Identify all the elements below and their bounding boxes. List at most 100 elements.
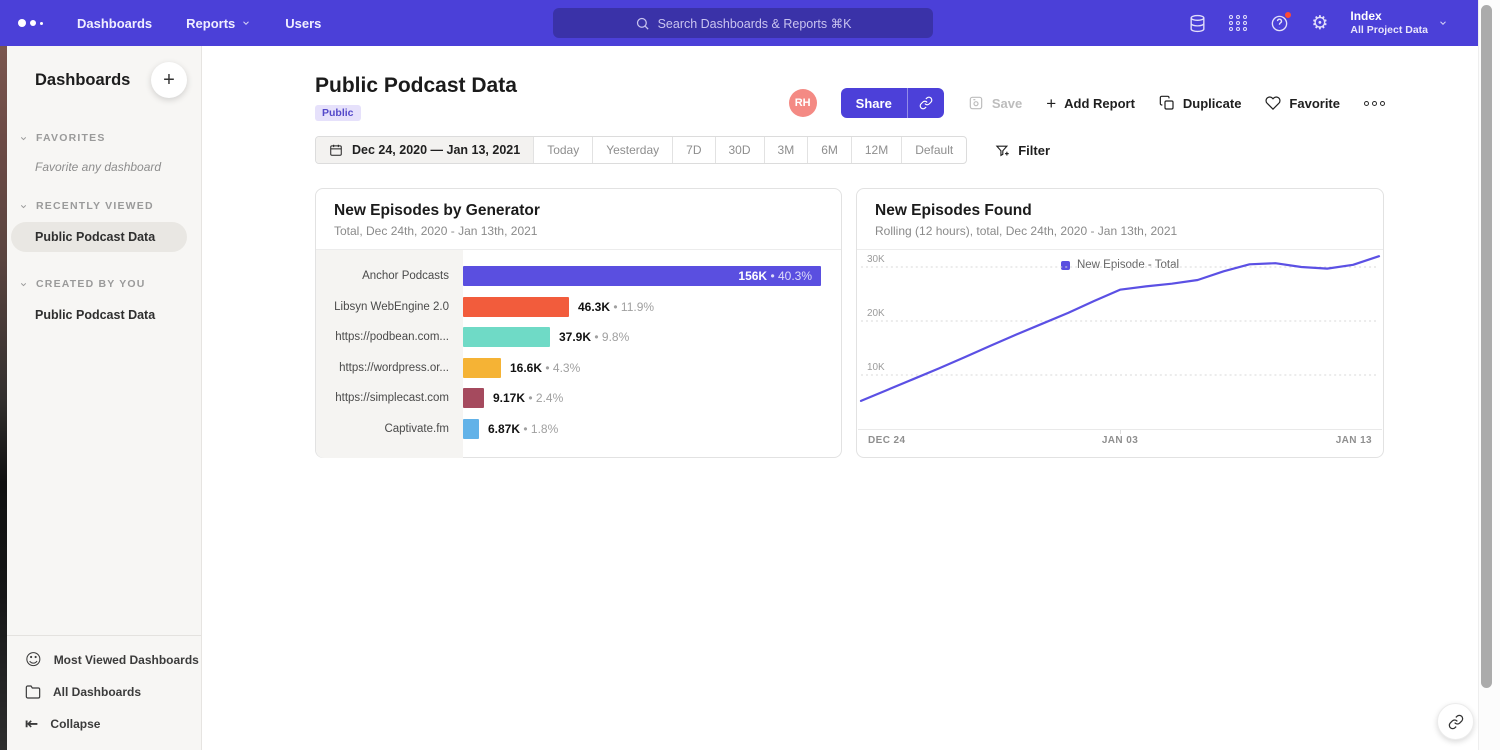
settings-gear-icon[interactable]: ⚙ (1311, 14, 1328, 33)
legend-label: New Episode - Total (1077, 259, 1179, 271)
apps-grid-icon[interactable] (1229, 15, 1248, 31)
bar[interactable] (463, 297, 569, 317)
nav-item-users[interactable]: Users (285, 16, 321, 31)
share-button[interactable]: Share (841, 88, 907, 118)
bar-row: https://simplecast.com 9.17K • 2.4% (316, 383, 841, 414)
sidebar-footer-all-dashboards[interactable]: All Dashboards (7, 676, 201, 708)
add-report-button[interactable]: + Add Report (1046, 95, 1135, 112)
duplicate-button[interactable]: Duplicate (1159, 95, 1242, 111)
project-name: Index (1350, 9, 1428, 24)
card-new-episodes-found: New Episodes Found Rolling (12 hours), t… (856, 188, 1384, 458)
date-preset-12m[interactable]: 12M (852, 137, 902, 163)
bar[interactable] (463, 327, 550, 347)
bar-category-label: Captivate.fm (316, 423, 463, 435)
collapse-icon: ⇤ (25, 716, 38, 732)
bar-category-label: Libsyn WebEngine 2.0 (316, 301, 463, 313)
bar-value-label: 9.17K • 2.4% (493, 391, 563, 405)
search-input[interactable]: Search Dashboards & Reports ⌘K (553, 8, 933, 38)
sidebar-section-header[interactable]: FAVORITES (7, 132, 201, 144)
bar-category-label: Anchor Podcasts (316, 270, 463, 282)
share-link-button[interactable] (907, 88, 944, 118)
nav-item-dashboards[interactable]: Dashboards (77, 16, 152, 31)
date-preset-default[interactable]: Default (902, 137, 966, 163)
smiley-icon: ☺ (25, 652, 42, 668)
sidebar-item-dashboard[interactable]: Public Podcast Data (11, 300, 187, 330)
sidebar-section: RECENTLY VIEWED Public Podcast Data (7, 200, 201, 252)
plus-icon: + (1046, 95, 1056, 112)
line-chart-svg: 10K20K30K (861, 277, 1379, 429)
bar[interactable] (463, 419, 479, 439)
card-title: New Episodes by Generator (334, 202, 823, 220)
avatar[interactable]: RH (789, 89, 817, 117)
save-button[interactable]: Save (968, 95, 1022, 111)
bar-chart: Anchor Podcasts156K • 40.3%Libsyn WebEng… (316, 261, 841, 444)
link-icon (1448, 714, 1464, 730)
line-chart: 10K20K30K (861, 277, 1379, 429)
nav-item-reports[interactable]: Reports (186, 16, 251, 31)
bar-row: Anchor Podcasts156K • 40.3% (316, 261, 841, 292)
nav-menu: Dashboards Reports Users (77, 16, 321, 31)
date-controls: Dec 24, 2020 — Jan 13, 2021 TodayYesterd… (315, 136, 1050, 164)
sidebar-section: FAVORITESFavorite any dashboard (7, 132, 201, 174)
legend-swatch-icon (1061, 261, 1070, 270)
date-preset-7d[interactable]: 7D (673, 137, 715, 163)
sidebar-footer: ☺Most Viewed DashboardsAll Dashboards⇤Co… (7, 635, 201, 750)
sidebar-sections: FAVORITESFavorite any dashboard RECENTLY … (7, 132, 201, 330)
bar[interactable] (463, 388, 484, 408)
navbar-right: ⚙ Index All Project Data (1188, 0, 1448, 46)
line-series (861, 256, 1379, 401)
data-management-icon[interactable] (1188, 14, 1207, 33)
help-icon[interactable] (1270, 14, 1289, 33)
card-title: New Episodes Found (875, 202, 1365, 220)
sidebar-item-dashboard[interactable]: Public Podcast Data (11, 222, 187, 252)
chevron-down-icon (19, 280, 28, 289)
card-new-episodes-by-generator: New Episodes by Generator Total, Dec 24t… (315, 188, 842, 458)
page-title: Public Podcast Data (315, 74, 517, 98)
date-preset-3m[interactable]: 3M (765, 137, 809, 163)
date-preset-yesterday[interactable]: Yesterday (593, 137, 673, 163)
save-icon (968, 95, 984, 111)
chevron-down-icon (19, 134, 28, 143)
mixpanel-logo-icon (18, 19, 43, 27)
more-options-button[interactable] (1364, 97, 1385, 110)
sidebar-section-header[interactable]: RECENTLY VIEWED (7, 200, 201, 212)
bar[interactable] (463, 358, 501, 378)
add-dashboard-button[interactable]: + (151, 62, 187, 98)
x-axis: DEC 24 JAN 03 JAN 13 (858, 429, 1382, 447)
copy-link-floating-button[interactable] (1437, 703, 1474, 740)
search-icon (635, 16, 650, 31)
filter-button[interactable]: Filter (995, 143, 1050, 158)
desktop-edge-strip (0, 46, 7, 750)
bar-row: Libsyn WebEngine 2.0 46.3K • 11.9% (316, 292, 841, 323)
project-switcher[interactable]: Index All Project Data (1350, 9, 1448, 37)
duplicate-icon (1159, 95, 1175, 111)
date-preset-today[interactable]: Today (534, 137, 593, 163)
bar[interactable]: 156K • 40.3% (463, 266, 821, 286)
favorite-button[interactable]: Favorite (1265, 95, 1340, 111)
heart-icon (1265, 95, 1281, 111)
chevron-down-icon (1438, 18, 1448, 28)
sidebar-section: CREATED BY YOU Public Podcast Data (7, 278, 201, 330)
date-presets: TodayYesterday7D30D3M6M12MDefault (534, 137, 966, 163)
date-preset-6m[interactable]: 6M (808, 137, 852, 163)
scrollbar-track[interactable] (1478, 0, 1500, 750)
bar-category-label: https://simplecast.com (316, 392, 463, 404)
sidebar-empty-text: Favorite any dashboard (7, 144, 201, 174)
card-subtitle: Rolling (12 hours), total, Dec 24th, 202… (875, 224, 1365, 238)
chevron-down-icon (241, 18, 251, 28)
date-preset-30d[interactable]: 30D (716, 137, 765, 163)
sidebar-section-header[interactable]: CREATED BY YOU (7, 278, 201, 290)
bar-row: https://wordpress.or...16.6K • 4.3% (316, 353, 841, 384)
bar-value-label: 46.3K • 11.9% (578, 300, 654, 314)
filter-funnel-icon (995, 143, 1010, 158)
x-tick-label: JAN 03 (1102, 435, 1138, 446)
bar-row: https://podbean.com...37.9K • 9.8% (316, 322, 841, 353)
date-range-button[interactable]: Dec 24, 2020 — Jan 13, 2021 (316, 137, 534, 163)
scrollbar-thumb[interactable] (1481, 5, 1492, 688)
bar-category-label: https://podbean.com... (316, 331, 463, 343)
sidebar-footer-most-viewed-dashboards[interactable]: ☺Most Viewed Dashboards (7, 644, 201, 676)
sidebar-footer-collapse[interactable]: ⇤Collapse (7, 708, 201, 740)
calendar-icon (329, 143, 343, 157)
y-tick-label: 20K (867, 308, 885, 319)
link-icon (919, 96, 933, 110)
